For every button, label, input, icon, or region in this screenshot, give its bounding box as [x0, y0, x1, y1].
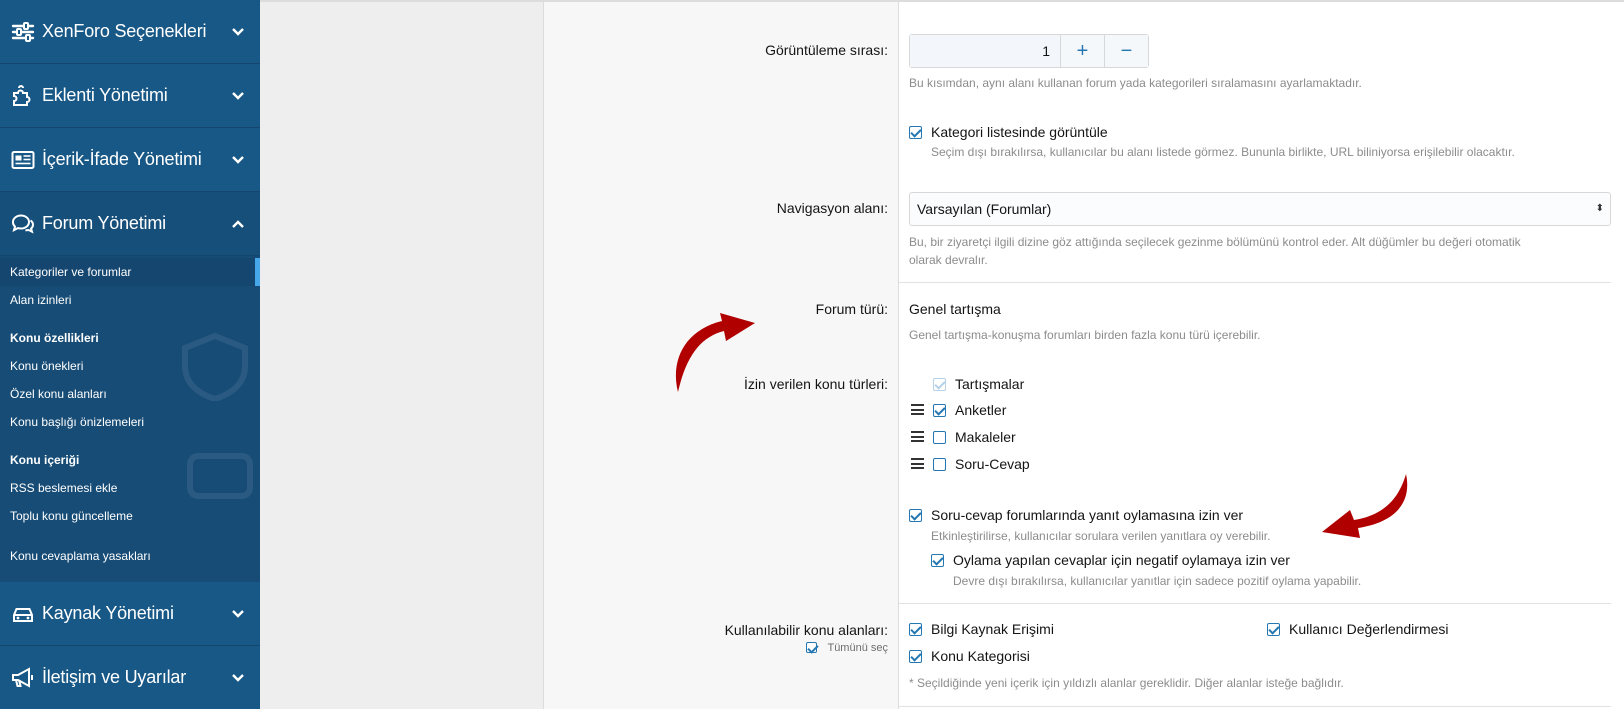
sidebar-item-rss-feed[interactable]: RSS beslemesi ekle [0, 474, 260, 502]
newspaper-icon [10, 148, 36, 172]
nav-section-label: İçerik-İfade Yönetimi [42, 149, 202, 169]
nav-section-addons[interactable]: Eklenti Yönetimi [0, 64, 260, 128]
forum-subnav: Kategoriler ve forumlar Alan izinleri Ko… [0, 256, 260, 582]
field-thread-category-checkbox[interactable] [909, 650, 922, 663]
negative-voting-label[interactable]: Oylama yapılan cevaplar için negatif oyl… [953, 552, 1290, 568]
admin-sidebar: XenForo Seçenekleri Eklenti Yönetimi İçe… [0, 0, 260, 709]
display-order-stepper: 1 + − [909, 34, 1149, 68]
qa-voting-hint: Etkinleştirilirse, kullanıcılar sorulara… [931, 529, 1271, 543]
sidebar-item-custom-thread-fields[interactable]: Özel konu alanları [0, 380, 260, 408]
top-border [260, 0, 1624, 2]
display-order-label: Görüntüleme sırası: [765, 42, 888, 58]
thread-type-poll-checkbox[interactable] [933, 404, 946, 417]
thread-type-discussion-label: Tartışmalar [955, 376, 1025, 392]
row-separator [899, 603, 1611, 604]
nav-section-forums[interactable]: Forum Yönetimi [0, 192, 260, 256]
thread-type-article-label[interactable]: Makaleler [955, 429, 1016, 445]
sidebar-item-batch-update[interactable]: Toplu konu güncelleme [0, 502, 260, 530]
field-thread-category-label[interactable]: Konu Kategorisi [931, 648, 1030, 664]
forum-type-value: Genel tartışma [909, 301, 1001, 317]
nav-section-label: XenForo Seçenekleri [42, 21, 207, 41]
chevron-down-icon [228, 150, 248, 170]
megaphone-icon [10, 666, 36, 690]
chevron-down-icon [228, 604, 248, 624]
drag-handle-icon[interactable] [911, 404, 924, 415]
thread-type-question-checkbox[interactable] [933, 458, 946, 471]
display-order-input[interactable]: 1 [910, 35, 1060, 67]
content-gutter [260, 0, 543, 709]
qa-voting-checkbox[interactable] [909, 509, 922, 522]
list-in-category-hint: Seçim dışı bırakılırsa, kullanıcılar bu … [931, 145, 1515, 159]
thread-type-discussion-checkbox [933, 378, 946, 391]
field-knowledge-access-label[interactable]: Bilgi Kaynak Erişimi [931, 621, 1054, 637]
sliders-icon [10, 20, 36, 44]
chevron-down-icon [228, 86, 248, 106]
forum-type-label: Forum türü: [815, 301, 888, 317]
drag-handle-icon[interactable] [911, 458, 924, 469]
list-in-category-label[interactable]: Kategori listesinde görüntüle [931, 124, 1108, 140]
navigation-selected-value: Varsayılan (Forumlar) [917, 201, 1052, 217]
sidebar-item-categories-forums[interactable]: Kategoriler ve forumlar [0, 258, 260, 286]
annotation-arrow-icon [675, 313, 755, 392]
nav-section-label: İletişim ve Uyarılar [42, 667, 187, 687]
field-user-rating-label[interactable]: Kullanıcı Değerlendirmesi [1289, 621, 1449, 637]
navigation-hint-line1: Bu, bir ziyaretçi ilgili dizine göz attı… [909, 235, 1521, 249]
available-fields-label: Kullanılabilir konu alanları: [724, 622, 888, 638]
increment-button[interactable]: + [1060, 35, 1104, 67]
nav-section-resources[interactable]: Kaynak Yönetimi [0, 582, 260, 646]
nav-section-communication[interactable]: İletişim ve Uyarılar [0, 646, 260, 709]
sidebar-item-reply-bans[interactable]: Konu cevaplama yasakları [0, 542, 260, 570]
field-knowledge-access-checkbox[interactable] [909, 623, 922, 636]
select-all-checkbox[interactable] [806, 642, 817, 653]
navigation-label: Navigasyon alanı: [776, 200, 888, 216]
field-user-rating-checkbox[interactable] [1267, 623, 1280, 636]
thread-type-question-label[interactable]: Soru-Cevap [955, 456, 1030, 472]
forum-type-hint: Genel tartışma-konuşma forumları birden … [909, 328, 1261, 342]
display-order-hint: Bu kısımdan, aynı alanı kullanan forum y… [909, 76, 1362, 90]
row-separator [899, 282, 1611, 283]
nav-section-label: Eklenti Yönetimi [42, 85, 168, 105]
puzzle-icon [10, 84, 36, 108]
available-fields-hint: * Seçildiğinde yeni içerik için yıldızlı… [909, 676, 1344, 690]
nav-section-content[interactable]: İçerik-İfade Yönetimi [0, 128, 260, 192]
nav-section-xenforo-options[interactable]: XenForo Seçenekleri [0, 0, 260, 64]
select-all-label[interactable]: Tümünü seç [827, 642, 888, 654]
comments-icon [10, 212, 36, 236]
list-in-category-checkbox[interactable] [909, 126, 922, 139]
drag-handle-icon[interactable] [911, 431, 924, 442]
sidebar-item-thread-prefixes[interactable]: Konu önekleri [0, 352, 260, 380]
thread-type-poll-label[interactable]: Anketler [955, 402, 1006, 418]
car-icon [10, 602, 36, 626]
sidebar-item-node-permissions[interactable]: Alan izinleri [0, 286, 260, 314]
negative-voting-hint: Devre dışı bırakılırsa, kullanıcılar yan… [953, 574, 1362, 588]
chevron-down-icon [228, 22, 248, 42]
chevron-up-icon [228, 214, 248, 234]
qa-voting-label[interactable]: Soru-cevap forumlarında yanıt oylamasına… [931, 507, 1243, 523]
decrement-button[interactable]: − [1104, 35, 1148, 67]
nav-section-label: Kaynak Yönetimi [42, 603, 174, 623]
navigation-select[interactable]: Varsayılan (Forumlar) ⬍ [909, 192, 1611, 226]
nav-section-label: Forum Yönetimi [42, 213, 166, 233]
negative-voting-checkbox[interactable] [931, 554, 944, 567]
navigation-hint-line2: olarak devralır. [909, 253, 988, 267]
row-separator [899, 706, 1611, 707]
thread-type-article-checkbox[interactable] [933, 431, 946, 444]
allowed-types-label: İzin verilen konu türleri: [744, 376, 888, 392]
select-arrows-icon: ⬍ [1595, 203, 1604, 214]
sidebar-item-thread-title-previews[interactable]: Konu başlığı önizlemeleri [0, 408, 260, 436]
chevron-down-icon [228, 668, 248, 688]
annotation-arrow-icon [1322, 474, 1408, 538]
